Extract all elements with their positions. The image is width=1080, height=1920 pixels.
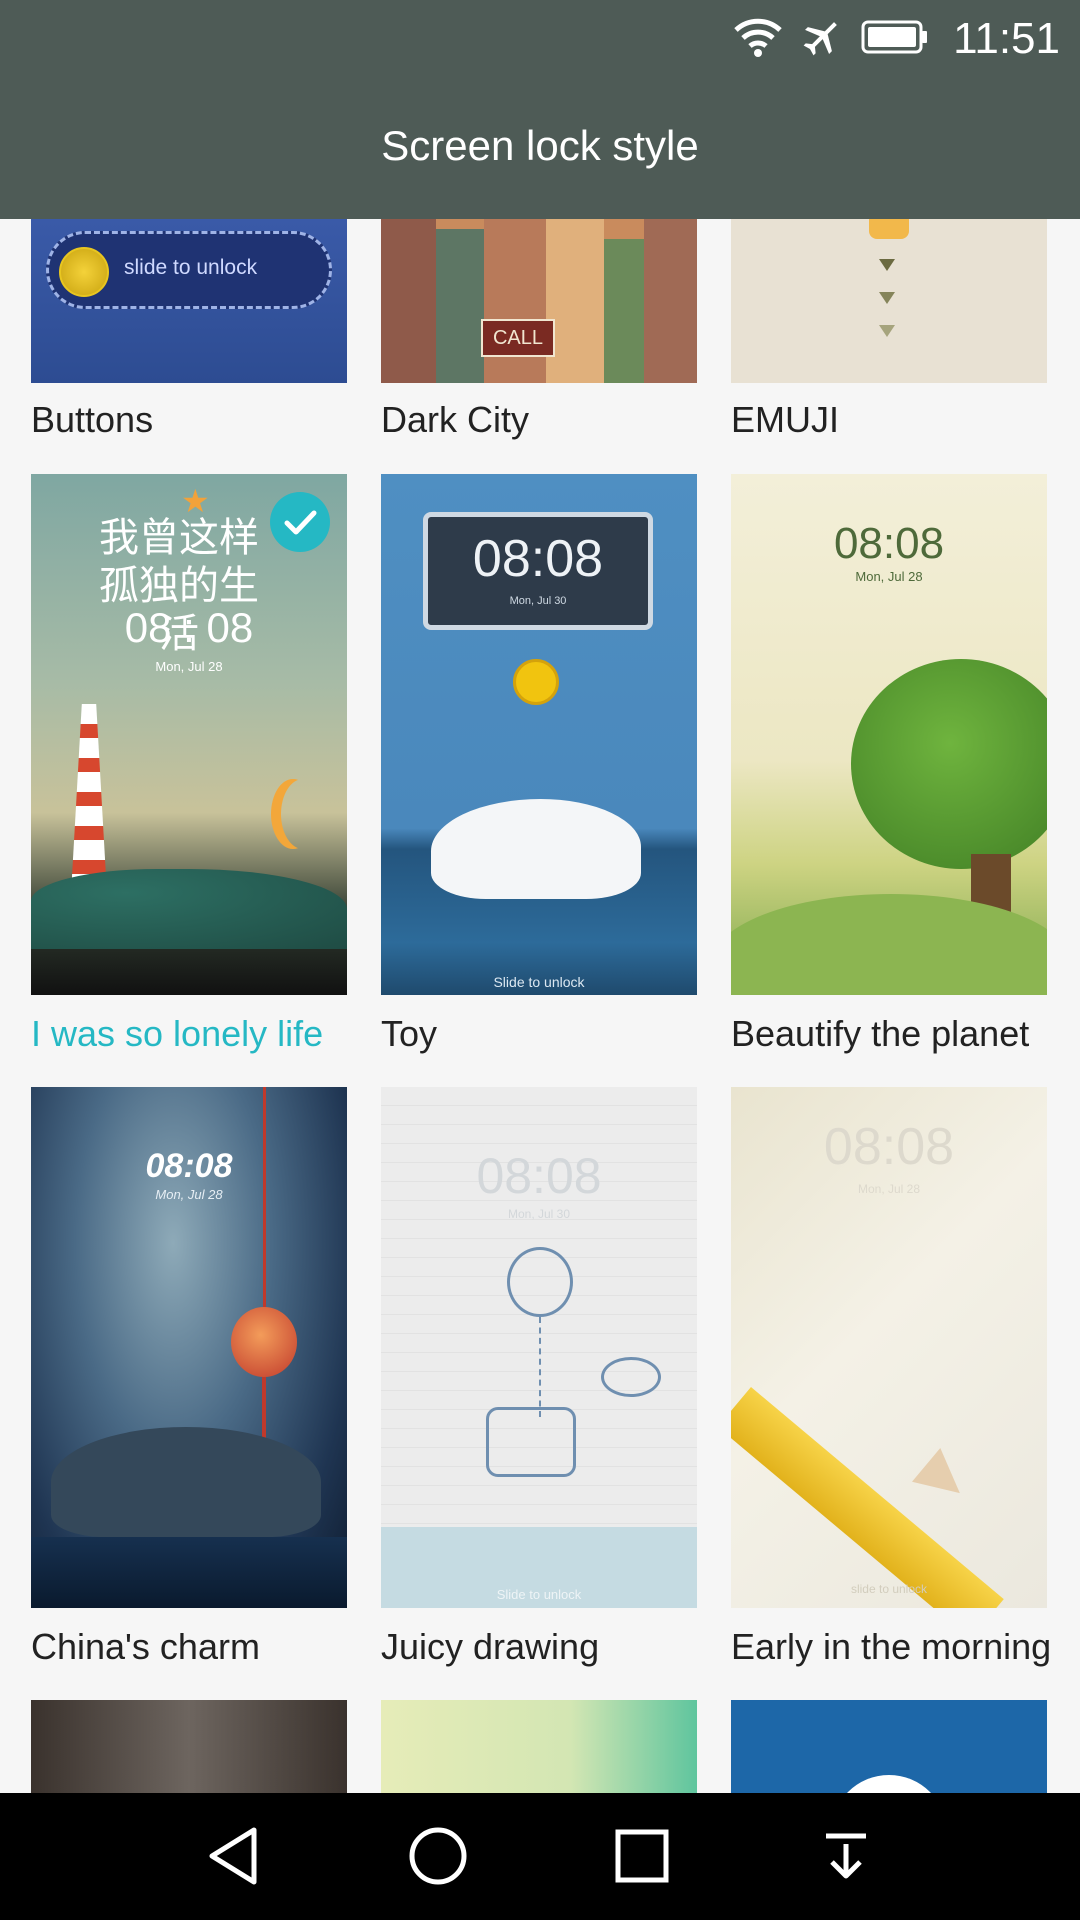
building <box>546 219 604 383</box>
arrow-down-icon <box>879 259 895 271</box>
preview-time: 08:08 <box>476 1148 602 1204</box>
battery-icon <box>861 19 929 60</box>
recents-icon <box>615 1829 669 1883</box>
theme-label-beautify-planet[interactable]: Beautify the planet <box>731 1013 1029 1055</box>
theme-grid[interactable]: slide to unlock Buttons CALL Dark City E… <box>0 219 1080 1793</box>
preview-time: 08:08 <box>833 519 945 568</box>
theme-thumbnail-emuji[interactable] <box>731 219 1047 383</box>
preview-date: Mon, Jul 30 <box>507 1207 571 1221</box>
preview-date: Mon, Jul 30 <box>509 595 567 607</box>
theme-thumbnail-lonely-life[interactable]: ★ 我曾这样 孤独的生活 08 : 08 Mon, Jul 28 <box>31 474 347 995</box>
pull-down-icon <box>826 1833 866 1879</box>
page-title: Screen lock style <box>381 122 699 169</box>
balloon-icon <box>507 1247 573 1317</box>
slide-to-unlock-text: Slide to unlock <box>496 1587 582 1602</box>
theme-thumbnail-dark-city[interactable]: CALL <box>381 219 697 383</box>
rock <box>51 1427 321 1537</box>
building <box>644 219 697 383</box>
theme-label-juicy-drawing[interactable]: Juicy drawing <box>381 1626 599 1668</box>
preview-date: Mon, Jul 28 <box>855 569 923 584</box>
theme-thumbnail-toy[interactable]: 08:08 Mon, Jul 30 Slide to unlock <box>381 474 697 995</box>
coin-icon <box>513 659 559 705</box>
theme-label-emuji[interactable]: EMUJI <box>731 399 839 441</box>
theme-thumbnail-blue[interactable] <box>731 1700 1047 1793</box>
theme-thumbnail-chinas-charm[interactable]: 08:08 Mon, Jul 28 <box>31 1087 347 1608</box>
theme-thumbnail-buttons[interactable]: slide to unlock <box>31 219 347 383</box>
lighthouse <box>71 704 107 894</box>
call-sign-text: CALL <box>492 327 544 349</box>
theme-thumbnail-dark-gradient[interactable] <box>31 1700 347 1793</box>
arrow-down-icon <box>879 325 895 337</box>
theme-label-chinas-charm[interactable]: China's charm <box>31 1626 260 1668</box>
tree-canopy <box>851 659 1047 869</box>
check-icon <box>284 510 317 535</box>
theme-thumbnail-juicy-drawing[interactable]: 08:08 Mon, Jul 30 Slide to unlock <box>381 1087 697 1608</box>
preview-time: 08:08 <box>145 1147 233 1185</box>
preview-date: Mon, Jul 28 <box>155 1187 223 1202</box>
lantern-icon <box>231 1307 297 1377</box>
building <box>381 219 436 383</box>
theme-label-dark-city[interactable]: Dark City <box>381 399 529 441</box>
slide-to-unlock-text: slide to unlock <box>850 1582 928 1596</box>
home-button[interactable] <box>383 1811 493 1901</box>
theme-label-lonely-life[interactable]: I was so lonely life <box>31 1013 323 1055</box>
call-sign: CALL <box>481 319 555 357</box>
horse-icon <box>486 1407 576 1477</box>
theme-thumbnail-early-morning[interactable]: 08:08 Mon, Jul 28 slide to unlock <box>731 1087 1047 1608</box>
polar-bear <box>431 799 641 899</box>
cloud-icon <box>601 1357 661 1397</box>
water <box>31 1537 347 1608</box>
building <box>436 229 484 383</box>
pencil-tip <box>912 1448 974 1510</box>
back-icon <box>209 1827 257 1885</box>
recents-button[interactable] <box>587 1811 697 1901</box>
check-badge <box>270 492 330 552</box>
back-button[interactable] <box>179 1811 289 1901</box>
preview-date: Mon, Jul 28 <box>155 659 223 674</box>
navigation-bar <box>0 1793 1080 1920</box>
building <box>484 219 546 383</box>
preview-date: Mon, Jul 28 <box>857 1182 921 1196</box>
building <box>604 239 644 383</box>
theme-label-early-morning[interactable]: Early in the morning <box>731 1626 1051 1668</box>
preview-time: 08:08 <box>823 1118 955 1176</box>
preview-time: 08:08 <box>472 530 604 588</box>
theme-label-buttons[interactable]: Buttons <box>31 399 153 441</box>
waves <box>31 869 347 949</box>
arrow-down-icon <box>879 292 895 304</box>
theme-label-toy[interactable]: Toy <box>381 1013 437 1055</box>
clock-panel: 08:08 Mon, Jul 30 <box>423 512 653 630</box>
lantern-string <box>263 1087 266 1317</box>
balloon-string <box>539 1317 541 1417</box>
notification-pulldown-button[interactable] <box>791 1811 901 1901</box>
hill <box>731 894 1047 995</box>
airplane-mode-icon <box>801 16 843 63</box>
app-bar: Screen lock style <box>0 78 1080 219</box>
status-time: 11:51 <box>953 14 1060 63</box>
moon-icon <box>281 779 325 849</box>
theme-thumbnail-green-gradient[interactable] <box>381 1700 697 1793</box>
status-bar: 11:51 <box>0 0 1080 78</box>
wifi-icon <box>733 16 783 63</box>
slide-to-unlock-text: Slide to unlock <box>493 974 585 990</box>
theme-thumbnail-beautify-planet[interactable]: 08:08 Mon, Jul 28 <box>731 474 1047 995</box>
pencil <box>731 1387 1004 1608</box>
button-knob-icon <box>59 247 109 297</box>
slide-to-unlock-pill: slide to unlock <box>46 231 332 309</box>
slide-to-unlock-text: slide to unlock <box>124 256 258 279</box>
circle-shape <box>831 1775 947 1793</box>
lock-button-icon <box>869 219 909 239</box>
preview-time: 08 : 08 <box>124 604 254 651</box>
home-icon <box>409 1827 467 1885</box>
